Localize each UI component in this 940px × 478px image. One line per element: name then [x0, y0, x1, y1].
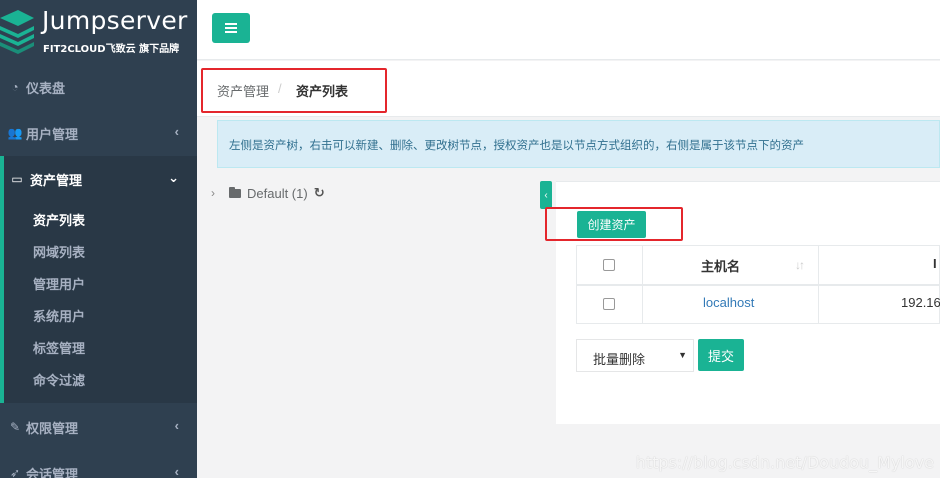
highlight-box [201, 68, 387, 113]
submit-button[interactable]: 提交 [698, 339, 744, 371]
column-header-hostname[interactable]: 主机名 [701, 256, 740, 275]
hostname-link[interactable]: localhost [703, 295, 754, 310]
table-header-row: 主机名 ↓↑ I [577, 246, 939, 286]
chevron-left-icon: ‹ [544, 189, 548, 201]
users-icon: 👥 [7, 126, 23, 140]
folder-icon [229, 187, 241, 198]
rocket-icon: ➶ [9, 466, 21, 478]
assets-submenu: 资产列表 网域列表 管理用户 系统用户 标签管理 命令过滤 [0, 201, 197, 403]
sidebar-item-assets[interactable]: ▭ 资产管理 ⌄ [0, 156, 197, 202]
table-row: localhost 192.16 [577, 286, 940, 324]
caret-down-icon: ▼ [678, 350, 687, 360]
collapse-tree-button[interactable]: ‹ [540, 181, 552, 209]
sidebar-item-permissions[interactable]: ✎ 权限管理 ‹ [0, 404, 197, 450]
column-header-ip[interactable]: I [933, 256, 937, 271]
select-all-checkbox[interactable] [603, 259, 615, 271]
sort-icon[interactable]: ↓↑ [795, 258, 805, 272]
ip-cell: 192.16 [901, 295, 940, 310]
sidebar: Jumpserver FIT2CLOUD飞致云 旗下品牌 ◔ 仪表盘 👥 用户管… [0, 0, 197, 478]
bulk-action-value: 批量删除 [593, 352, 646, 367]
highlight-box [545, 207, 683, 241]
logo-title: Jumpserver [42, 6, 188, 35]
sidebar-item-label: 仪表盘 [26, 80, 66, 96]
logo[interactable]: Jumpserver FIT2CLOUD飞致云 旗下品牌 [0, 0, 197, 64]
submenu-item-admin-users[interactable]: 管理用户 [33, 274, 85, 293]
sidebar-item-label: 权限管理 [26, 420, 79, 436]
submenu-item-system-users[interactable]: 系统用户 [33, 306, 85, 325]
bulk-action-select[interactable]: 批量删除 ▼ [576, 339, 694, 372]
submenu-item-asset-list[interactable]: 资产列表 [33, 210, 85, 229]
jumpserver-logo-icon [0, 10, 34, 54]
sidebar-item-label: 资产管理 [30, 172, 83, 188]
tree-node-label[interactable]: Default (1) [247, 186, 308, 201]
sidebar-item-dashboard[interactable]: ◔ 仪表盘 [0, 64, 197, 110]
asset-table: 主机名 ↓↑ I localhost 192.16 [576, 245, 940, 324]
sidebar-item-label: 用户管理 [26, 126, 79, 142]
menu-toggle-button[interactable] [212, 13, 250, 43]
submenu-item-command-filters[interactable]: 命令过滤 [33, 370, 85, 389]
chevron-left-icon: ‹ [174, 464, 179, 478]
edit-icon: ✎ [9, 420, 21, 434]
watermark: https://blog.csdn.net/Doudou_Mylove [635, 453, 934, 472]
row-checkbox[interactable] [603, 298, 615, 310]
chevron-left-icon: ‹ [174, 418, 179, 433]
sidebar-item-label: 会话管理 [26, 466, 79, 478]
chevron-right-icon[interactable]: › [211, 186, 215, 200]
chevron-down-icon: ⌄ [168, 170, 179, 185]
submenu-item-labels[interactable]: 标签管理 [33, 338, 85, 357]
logo-subtitle: FIT2CLOUD飞致云 旗下品牌 [43, 44, 180, 55]
dashboard-icon: ◔ [11, 80, 19, 94]
inbox-icon: ▭ [11, 172, 23, 186]
submenu-item-domain-list[interactable]: 网域列表 [33, 242, 85, 261]
asset-tree-node[interactable]: › Default (1) ↻ [211, 185, 325, 201]
refresh-icon[interactable]: ↻ [314, 185, 325, 201]
info-alert: 左侧是资产树，右击可以新建、删除、更改树节点，授权资产也是以节点方式组织的，右侧… [217, 120, 940, 168]
sidebar-item-users[interactable]: 👥 用户管理 ‹ [0, 110, 197, 156]
top-navbar [197, 0, 940, 60]
sidebar-item-sessions[interactable]: ➶ 会话管理 ‹ [0, 450, 197, 478]
chevron-left-icon: ‹ [174, 124, 179, 139]
hamburger-icon [225, 23, 237, 25]
